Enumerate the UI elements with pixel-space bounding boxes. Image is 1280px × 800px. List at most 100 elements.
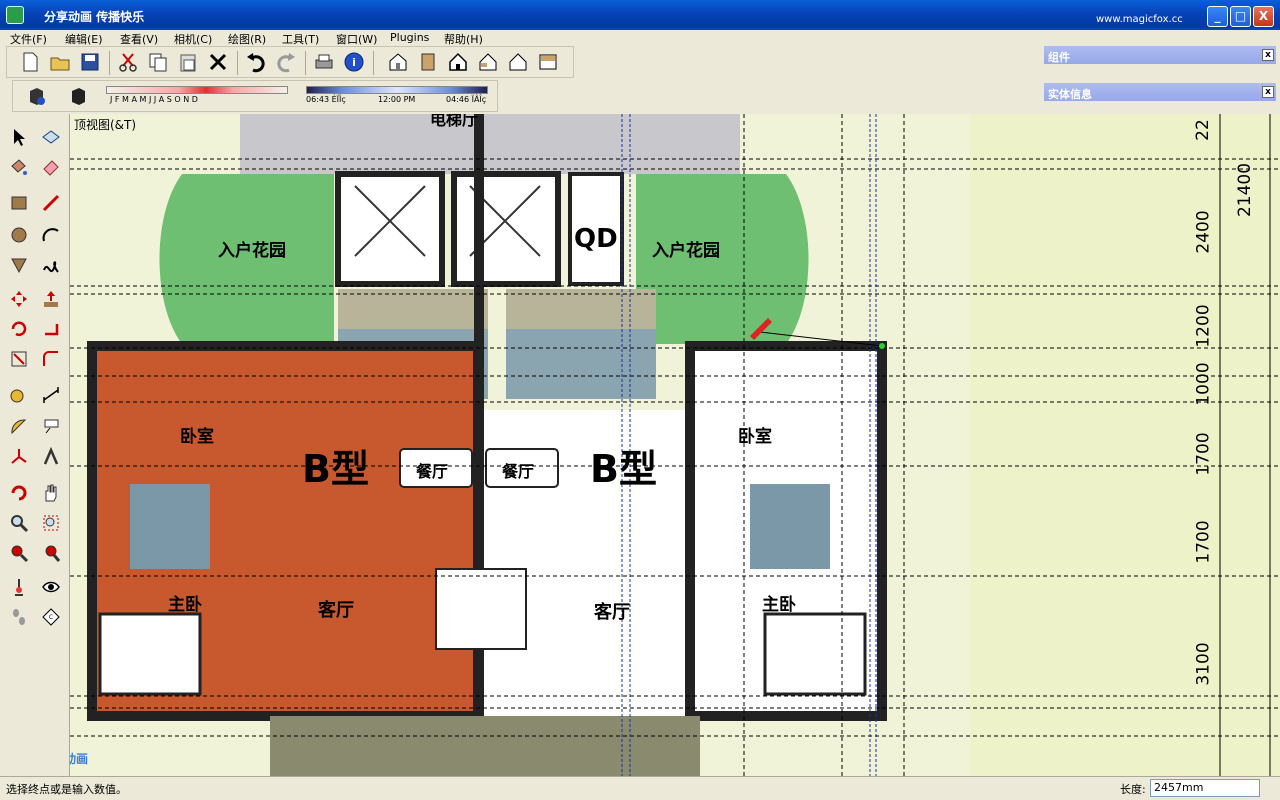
display-shadows-icon[interactable] [65, 83, 91, 109]
menu-bar: 文件(F) 编辑(E) 查看(V) 相机(C) 绘图(R) 工具(T) 窗口(W… [0, 30, 1280, 46]
brand-text: www.magicfox.cc [1096, 14, 1183, 25]
pan-icon[interactable] [38, 480, 64, 506]
window-title: 分享动画 传播快乐 [44, 10, 145, 24]
circle-icon[interactable] [6, 222, 32, 248]
measurements-box[interactable]: 2457mm [1150, 779, 1260, 797]
room-label: 客厅 [594, 602, 630, 623]
dimension-icon[interactable] [38, 382, 64, 408]
room-label: 入户花园 [652, 241, 720, 261]
new-icon[interactable] [17, 49, 43, 75]
type-label: B型 [590, 447, 657, 491]
dimension-label: 21400 [1235, 162, 1256, 218]
move-icon[interactable] [6, 286, 32, 312]
back-view-icon[interactable] [505, 49, 531, 75]
status-hint: 选择终点或是输入数值。 [6, 783, 127, 796]
push-pull-icon[interactable] [38, 286, 64, 312]
tape-measure-icon[interactable] [6, 382, 32, 408]
room-label: 主卧 [168, 595, 202, 615]
entity-info-panel[interactable]: 实体信息 x [1044, 83, 1276, 101]
time-end: 04:46 ÏÂÎç [446, 95, 487, 104]
select-icon[interactable] [6, 124, 32, 150]
rectangle-icon[interactable] [6, 190, 32, 216]
cut-icon[interactable] [115, 49, 141, 75]
polygon-icon[interactable] [6, 252, 32, 278]
shadow-settings-icon[interactable] [23, 83, 49, 109]
zoom-window-icon[interactable] [38, 510, 64, 536]
time-slider[interactable] [306, 86, 488, 94]
front-view-icon[interactable] [445, 49, 471, 75]
endpoint-marker [879, 343, 885, 349]
floor-plan [70, 114, 1280, 776]
dimension-label: 1700 [1193, 432, 1214, 476]
protractor-icon[interactable] [6, 414, 32, 440]
svg-text:i: i [352, 56, 356, 69]
room-label: 餐厅 [502, 462, 535, 481]
iso-view-icon[interactable] [385, 49, 411, 75]
paint-bucket-icon[interactable] [6, 154, 32, 180]
menu-draw[interactable]: 绘图(R) [228, 31, 266, 47]
look-around-icon[interactable] [38, 574, 64, 600]
menu-tools[interactable]: 工具(T) [282, 31, 319, 47]
save-icon[interactable] [77, 49, 103, 75]
right-view-icon[interactable] [475, 49, 501, 75]
entity-info-title: 实体信息 [1048, 88, 1092, 101]
room-label: 卧室 [180, 427, 214, 447]
room-label: 餐厅 [416, 462, 449, 481]
undo-icon[interactable] [243, 49, 269, 75]
previous-view-icon[interactable] [38, 540, 64, 566]
line-icon[interactable] [38, 190, 64, 216]
3d-text-icon[interactable] [38, 444, 64, 470]
print-icon[interactable] [311, 49, 337, 75]
axes-icon[interactable] [6, 444, 32, 470]
drawing-viewport[interactable]: 顶视图(&T) 入户花园 入户花园 卧室 卧室 餐厅 餐厅 客厅 客厅 主卧 主… [70, 114, 1280, 776]
redo-icon[interactable] [273, 49, 299, 75]
arc-icon[interactable] [38, 222, 64, 248]
month-ticks: J F M A M J J A S O N D [110, 95, 198, 104]
month-slider[interactable] [106, 86, 288, 94]
walk-icon[interactable] [6, 604, 32, 630]
follow-me-icon[interactable] [38, 316, 64, 342]
delete-icon[interactable] [205, 49, 231, 75]
copy-icon[interactable] [145, 49, 171, 75]
components-panel[interactable]: 组件 x [1044, 46, 1276, 64]
scale-icon[interactable] [6, 346, 32, 372]
components-close-button[interactable]: x [1262, 49, 1274, 61]
paste-icon[interactable] [175, 49, 201, 75]
zoom-icon[interactable] [6, 510, 32, 536]
menu-edit[interactable]: 编辑(E) [65, 31, 103, 47]
elevator-hall-label: 电梯厅 [430, 114, 479, 129]
section-plane-icon[interactable]: C [38, 604, 64, 630]
model-info-icon[interactable]: i [341, 49, 367, 75]
menu-camera[interactable]: 相机(C) [174, 31, 212, 47]
freehand-icon[interactable] [38, 252, 64, 278]
menu-view[interactable]: 查看(V) [120, 31, 158, 47]
minimize-button[interactable]: _ [1207, 6, 1228, 27]
text-icon[interactable] [38, 414, 64, 440]
eraser-icon[interactable] [38, 154, 64, 180]
open-icon[interactable] [47, 49, 73, 75]
rotate-icon[interactable] [6, 316, 32, 342]
left-view-icon[interactable] [535, 49, 561, 75]
menu-plugins[interactable]: Plugins [390, 31, 429, 44]
close-button[interactable]: X [1253, 6, 1274, 27]
time-mid: 12:00 PM [378, 95, 416, 104]
app-icon[interactable] [6, 6, 24, 24]
maximize-button[interactable]: □ [1230, 6, 1251, 27]
room-label: 主卧 [762, 595, 796, 615]
elevator-hall [240, 114, 740, 174]
menu-window[interactable]: 窗口(W) [336, 31, 377, 47]
make-component-icon[interactable] [38, 124, 64, 150]
position-camera-icon[interactable] [6, 574, 32, 600]
offset-icon[interactable] [38, 346, 64, 372]
menu-file[interactable]: 文件(F) [10, 31, 47, 47]
dimension-label: 1700 [1193, 520, 1214, 564]
entity-info-close-button[interactable]: x [1262, 86, 1274, 98]
dimension-label: 3100 [1193, 642, 1214, 686]
orbit-icon[interactable] [6, 480, 32, 506]
dimension-label: 1200 [1193, 304, 1214, 348]
room-label: 卧室 [738, 427, 772, 447]
menu-help[interactable]: 帮助(H) [444, 31, 483, 47]
type-label: B型 [302, 447, 369, 491]
zoom-extents-icon[interactable] [6, 540, 32, 566]
top-view-icon[interactable] [415, 49, 441, 75]
